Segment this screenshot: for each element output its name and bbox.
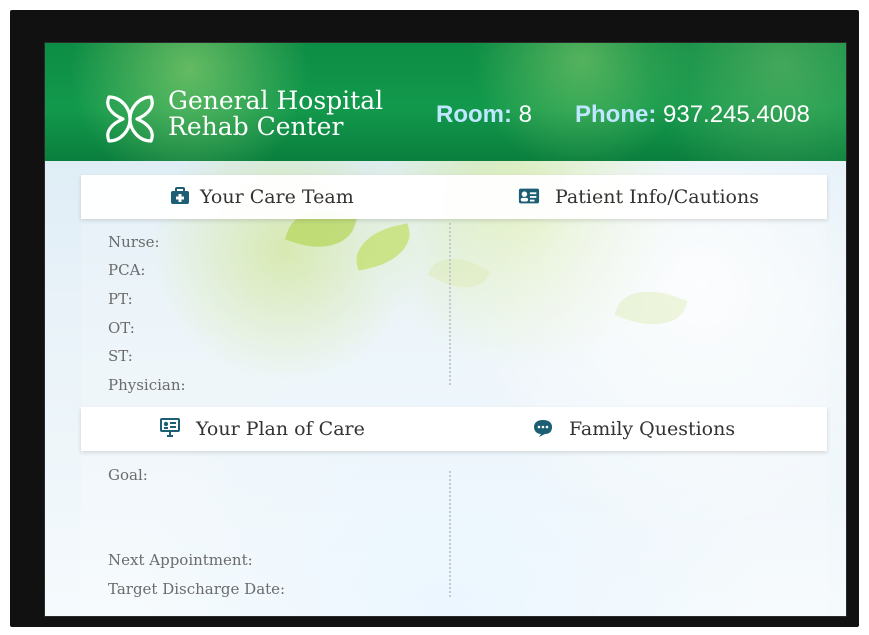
id-card-icon [518, 185, 540, 207]
phone-number: Phone: 937.245.4008 [575, 101, 810, 129]
room-number: Room: 8 [436, 101, 532, 129]
phone-value: 937.245.4008 [663, 101, 810, 128]
lower-divider [449, 471, 451, 597]
whiteboard: General Hospital Rehab Center Room: 8 Ph… [44, 42, 847, 617]
plan-of-care-field: Goal: [108, 466, 148, 484]
upper-divider [449, 223, 451, 385]
top-section-bar: Your Care Team Patient Info/Cautions [81, 175, 827, 219]
header-banner: General Hospital Rehab Center Room: 8 Ph… [45, 43, 846, 161]
hospital-name-line2: Rehab Center [168, 112, 344, 141]
bottom-section-bar: Your Plan of Care Family Questions [81, 407, 827, 451]
phone-label: Phone: [575, 101, 657, 128]
family-questions-title: Family Questions [569, 418, 736, 440]
patient-info-title: Patient Info/Cautions [555, 186, 759, 208]
room-label: Room: [436, 101, 512, 128]
care-team-field: PCA: [108, 261, 146, 279]
hospital-name: General Hospital Rehab Center [168, 88, 383, 140]
board-frame: General Hospital Rehab Center Room: 8 Ph… [10, 10, 859, 627]
care-team-field: OT: [108, 319, 135, 337]
upper-content-area [81, 219, 827, 407]
care-team-field: Physician: [108, 376, 186, 394]
speech-bubble-icon [532, 417, 554, 439]
presentation-board-icon [159, 417, 181, 439]
butterfly-logo-icon [106, 95, 154, 143]
hospital-name-line1: General Hospital [168, 86, 384, 115]
plan-of-care-field: Target Discharge Date: [108, 580, 286, 598]
plan-of-care-title: Your Plan of Care [196, 418, 365, 440]
care-team-field: ST: [108, 347, 133, 365]
care-team-title: Your Care Team [200, 186, 354, 208]
care-team-field: Nurse: [108, 233, 160, 251]
plan-of-care-field: Next Appointment: [108, 551, 253, 569]
care-team-field: PT: [108, 290, 133, 308]
first-aid-kit-icon [169, 185, 191, 207]
room-value: 8 [518, 101, 533, 128]
